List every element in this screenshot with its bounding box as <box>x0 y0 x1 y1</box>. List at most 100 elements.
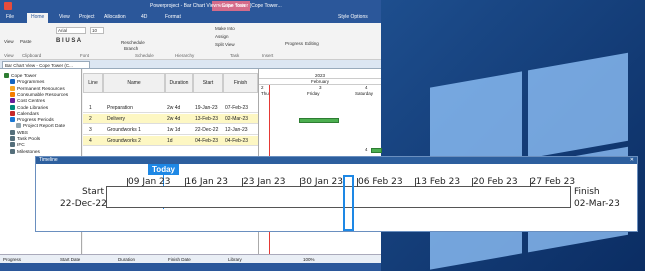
timeline-title: Timeline ✕ <box>36 157 637 164</box>
column-header-line[interactable]: Line <box>83 73 103 93</box>
table-row[interactable]: 2 Delivery 2w 4d 13-Feb-23 02-Mar-23 <box>83 114 258 124</box>
duration-status[interactable]: Duration <box>118 257 135 262</box>
tab-file[interactable]: File <box>6 14 14 20</box>
tree-item-label: WBS <box>17 130 28 136</box>
tree-item[interactable]: Calendars <box>10 110 39 117</box>
column-header-start[interactable]: Start <box>193 73 223 93</box>
cell-duration: 2w 4d <box>167 105 181 111</box>
cell-line: 2 <box>89 116 92 122</box>
tree-item-label: Code Libraries <box>17 105 49 111</box>
table-row[interactable]: 3 Groundworks 1 1w 1d 22-Dec-22 12-Jan-23 <box>83 125 258 135</box>
paste-button[interactable]: Paste <box>20 39 32 44</box>
reschedule-button[interactable]: Reschedule <box>121 40 145 45</box>
bottom-bar <box>0 263 381 271</box>
tab-project[interactable]: Project <box>79 14 95 20</box>
tree-item[interactable]: Code Libraries <box>10 104 49 111</box>
tab-home[interactable]: Home <box>27 13 49 23</box>
cell-finish: 04-Feb-23 <box>225 138 249 144</box>
task-bar-preparation[interactable] <box>299 118 339 123</box>
timeline-tick-label: 09 Jan 23 <box>128 177 171 187</box>
column-header-duration[interactable]: Duration <box>165 73 193 93</box>
assign-button[interactable]: Assign <box>215 34 229 39</box>
tree-item[interactable]: Cope Tower <box>4 73 37 79</box>
split-view-button[interactable]: Split View <box>215 42 235 47</box>
gantt-dayname-fri: Friday <box>307 91 320 96</box>
cell-duration: 2w 4d <box>167 116 181 122</box>
clipboard-group-label: Clipboard <box>22 53 42 58</box>
zoom-level[interactable]: 100% <box>303 257 315 262</box>
tree-item[interactable]: Progress Periods <box>10 117 54 123</box>
cell-duration: 1w 1d <box>167 127 181 133</box>
insert-group-label: Insert <box>262 53 274 58</box>
timeline-tick-label: 27 Feb 23 <box>530 177 576 187</box>
tree-item-label: Progress Periods <box>17 117 54 123</box>
cell-line: 3 <box>89 127 92 133</box>
column-header-finish[interactable]: Finish <box>223 73 258 93</box>
schedule-group-label: Schedule <box>135 53 154 58</box>
timeline-finish-date: 02-Mar-23 <box>574 199 620 209</box>
finish-date-status[interactable]: Finish Date <box>168 257 191 262</box>
make-into-button[interactable]: Make Into <box>215 26 235 31</box>
gantt-dayname-sat: Saturday <box>355 91 374 96</box>
view-group-label: View <box>4 53 14 58</box>
timeline-bar[interactable] <box>106 186 571 208</box>
tree-item[interactable]: Project Report Date <box>16 123 65 129</box>
tree-item-icon <box>10 91 15 97</box>
cell-start: 22-Dec-22 <box>195 127 219 133</box>
library-status[interactable]: Library <box>228 257 242 262</box>
table-row[interactable]: 4 Groundworks 2 1d 04-Feb-23 04-Feb-23 <box>83 136 258 146</box>
tree-item[interactable]: Permanent Resources <box>10 85 65 91</box>
tab-view[interactable]: View <box>59 14 70 20</box>
tree-item[interactable]: IFC <box>10 142 25 148</box>
cell-duration: 1d <box>167 138 173 144</box>
tab-allocation[interactable]: Allocation <box>104 14 126 20</box>
tree-item-label: Consumable Resources <box>17 92 69 98</box>
tree-item[interactable]: Programmes <box>10 79 44 85</box>
status-bar: Progress Start Date Duration Finish Date… <box>0 254 381 263</box>
tab-4d[interactable]: 4D <box>141 14 147 20</box>
start-date-status[interactable]: Start Date <box>60 257 80 262</box>
timeline-selection[interactable] <box>343 175 354 231</box>
document-tab[interactable]: Bar Chart View - Cope Tower (C... <box>2 61 90 69</box>
gantt-day-4: 4 <box>365 85 368 90</box>
tree-item-icon <box>10 142 15 148</box>
tree-item[interactable]: Milestones <box>10 148 40 154</box>
cell-line: 4 <box>89 138 92 144</box>
font-size-select[interactable]: 10 <box>90 27 104 34</box>
editing-button[interactable]: Editing <box>305 41 319 46</box>
title-bar: Timeline Tools Powerproject - Bar Chart … <box>0 0 381 12</box>
hierarchy-group-label: Hierarchy <box>175 53 195 58</box>
task-group-label: Task <box>230 53 240 58</box>
font-name-select[interactable]: Arial <box>56 27 86 34</box>
tree-item[interactable]: Task Pools <box>10 136 40 142</box>
gantt-dayname-thu: Thu <box>261 91 269 96</box>
bold-button[interactable]: B I U S A <box>56 38 81 44</box>
progress-status[interactable]: Progress <box>3 257 21 262</box>
cell-start: 13-Feb-23 <box>195 116 219 122</box>
tree-item-icon <box>10 104 15 110</box>
timeline-window: Timeline ✕ Today 09 Jan 23 16 Jan 23 23 Ja… <box>35 156 638 232</box>
tree-item[interactable]: WBS <box>10 129 28 136</box>
window-title: Powerproject - Bar Chart View - Cope Tow… <box>150 3 282 9</box>
close-icon[interactable]: ✕ <box>630 157 634 164</box>
tree-item-label: Calendars <box>17 111 39 117</box>
branch-button[interactable]: Branch <box>124 46 138 51</box>
tree-item-label: Project Report Date <box>23 124 66 130</box>
cell-finish: 02-Mar-23 <box>225 116 249 122</box>
ribbon: View View Paste Clipboard Arial 10 B I U… <box>0 23 381 60</box>
tree-item-label: IFC <box>17 143 25 149</box>
task-bar-groundworks-2[interactable] <box>371 148 382 153</box>
column-header-name[interactable]: Name <box>103 73 165 93</box>
cell-start: 04-Feb-23 <box>195 138 219 144</box>
timeline-title-text: Timeline <box>39 157 58 163</box>
style-options-menu[interactable]: Style Options <box>338 14 368 20</box>
cell-line: 1 <box>89 105 92 111</box>
table-row[interactable]: 1 Preparation 2w 4d 19-Jan-23 07-Feb-23 <box>83 103 258 113</box>
view-button[interactable]: View <box>4 39 14 44</box>
timeline-tick-label: 30 Jan 23 <box>300 177 344 187</box>
tree-item[interactable]: Cost Centres <box>10 98 45 104</box>
tree-item[interactable]: Consumable Resources <box>10 91 69 98</box>
tab-format[interactable]: Format <box>165 14 181 20</box>
progress-button[interactable]: Progress <box>285 41 303 46</box>
cell-finish: 07-Feb-23 <box>225 105 249 111</box>
